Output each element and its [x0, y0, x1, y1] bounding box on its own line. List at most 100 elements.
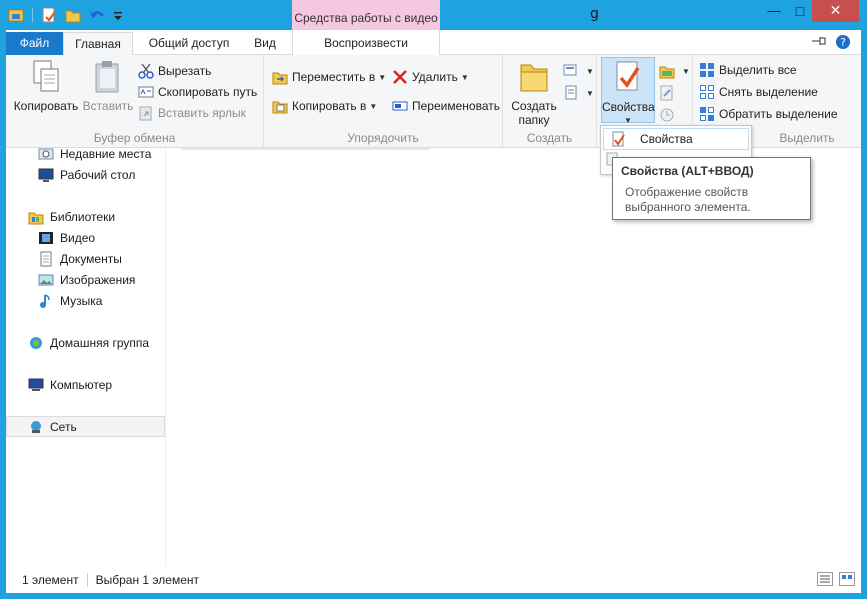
- nav-desktop-label: Рабочий стол: [60, 167, 136, 182]
- delete-button[interactable]: Удалить ▼: [392, 67, 469, 87]
- copy-path-button[interactable]: Скопировать путь: [138, 82, 257, 102]
- group-organize: Переместить в ▼ Копировать в ▼ Удалить ▼ Пе…: [264, 55, 503, 148]
- nav-libraries[interactable]: Библиотеки: [6, 206, 165, 227]
- properties-qat-icon[interactable]: [41, 7, 57, 23]
- tab-play[interactable]: Воспроизвести: [293, 32, 439, 55]
- copy-path-icon: [138, 84, 154, 100]
- pin-ribbon-icon[interactable]: [811, 34, 827, 50]
- easy-access-icon: [563, 85, 579, 101]
- invert-selection-label: Обратить выделение: [719, 107, 838, 121]
- undo-qat-icon[interactable]: [89, 7, 105, 23]
- rename-button[interactable]: Переименовать: [392, 96, 500, 116]
- delete-x-icon: [392, 69, 408, 85]
- context-tab-header: Средства работы с видео: [292, 0, 440, 34]
- nav-network-label: Сеть: [50, 419, 77, 434]
- move-to-button[interactable]: Переместить в ▼: [272, 67, 386, 87]
- new-item-icon: [563, 63, 579, 79]
- nav-recent-places[interactable]: Недавние места: [6, 143, 165, 164]
- nav-libraries-label: Библиотеки: [50, 209, 116, 224]
- customize-qat-icon[interactable]: [113, 7, 123, 23]
- cut-label: Вырезать: [158, 64, 212, 78]
- tab-view[interactable]: Вид: [244, 32, 286, 55]
- nav-homegroup[interactable]: Домашняя группа: [6, 332, 165, 353]
- tab-row-controls: ?: [811, 34, 851, 50]
- explorer-app-icon[interactable]: [8, 7, 24, 23]
- paste-button[interactable]: Вставить: [80, 59, 136, 113]
- select-none-button[interactable]: Снять выделение: [699, 82, 818, 102]
- status-selected-count: Выбран 1 элемент: [95, 572, 199, 587]
- edit-button[interactable]: [659, 83, 679, 103]
- nav-music[interactable]: Музыка: [6, 290, 165, 311]
- organize-group-label: Упорядочить: [347, 131, 419, 145]
- new-group-label: Создать: [526, 131, 573, 145]
- tab-file[interactable]: Файл: [6, 32, 63, 55]
- nav-music-label: Музыка: [60, 293, 103, 308]
- properties-icon: [612, 60, 644, 96]
- status-bar: 1 элемент Выбран 1 элемент: [6, 566, 861, 593]
- move-to-icon: [272, 69, 288, 85]
- tab-home[interactable]: Главная: [63, 32, 133, 56]
- properties-button[interactable]: Свойства ▼: [601, 57, 655, 125]
- close-button[interactable]: ✕: [812, 0, 859, 22]
- open-button[interactable]: ▼: [659, 61, 690, 81]
- nav-desktop[interactable]: Рабочий стол: [6, 164, 165, 185]
- move-to-label: Переместить в: [292, 70, 376, 84]
- nav-video-label: Видео: [60, 230, 96, 245]
- invert-selection-button[interactable]: Обратить выделение: [699, 104, 838, 124]
- new-folder-button[interactable]: Создать папку: [509, 59, 559, 127]
- nav-computer[interactable]: Компьютер: [6, 374, 165, 395]
- libraries-icon: [28, 209, 44, 225]
- maximize-button[interactable]: □: [786, 0, 814, 22]
- cut-button[interactable]: Вырезать: [138, 61, 211, 81]
- nav-recent-label: Недавние места: [60, 146, 152, 161]
- delete-dropdown-icon: ▼: [460, 72, 469, 82]
- properties-tooltip: Свойства (ALT+ВВОД) Отображение свойств …: [612, 157, 811, 220]
- select-all-icon: [699, 62, 715, 78]
- window-title: g: [590, 6, 599, 22]
- nav-pictures[interactable]: Изображения: [6, 269, 165, 290]
- nav-network[interactable]: Сеть: [6, 416, 165, 437]
- video-icon: [38, 230, 54, 246]
- properties-label: Свойства: [602, 100, 655, 114]
- nav-documents[interactable]: Документы: [6, 248, 165, 269]
- group-new: Создать папку ▼ ▼ Создать: [503, 55, 597, 148]
- edit-icon: [659, 85, 675, 101]
- easy-access-button[interactable]: ▼: [563, 83, 594, 103]
- easy-access-dropdown-icon: ▼: [586, 88, 594, 98]
- new-item-dropdown-icon: ▼: [586, 66, 594, 76]
- copy-to-button[interactable]: Копировать в ▼: [272, 96, 377, 116]
- history-icon: [659, 107, 675, 123]
- context-tab-area: Воспроизвести: [292, 30, 440, 55]
- details-view-icon[interactable]: [817, 572, 833, 586]
- scissors-icon: [138, 63, 154, 79]
- nav-documents-label: Документы: [60, 251, 122, 266]
- nav-pictures-label: Изображения: [60, 272, 136, 287]
- column-header-strip: [182, 148, 430, 150]
- paste-label: Вставить: [82, 99, 134, 113]
- dropdown-item-properties[interactable]: Свойства: [603, 128, 749, 150]
- pictures-icon: [38, 272, 54, 288]
- copy-to-dropdown-icon: ▼: [369, 101, 378, 111]
- minimize-button[interactable]: —: [760, 0, 788, 22]
- select-none-label: Снять выделение: [719, 85, 818, 99]
- properties-menu-icon: [610, 131, 626, 147]
- copy-icon: [30, 59, 62, 95]
- svg-text:?: ?: [840, 36, 846, 49]
- large-icons-view-icon[interactable]: [839, 572, 855, 586]
- recent-places-icon: [38, 146, 54, 162]
- copy-to-icon: [272, 98, 288, 114]
- nav-video[interactable]: Видео: [6, 227, 165, 248]
- open-dropdown-icon: ▼: [682, 66, 690, 76]
- copy-label: Копировать: [13, 99, 79, 113]
- select-all-button[interactable]: Выделить все: [699, 60, 797, 80]
- new-item-button[interactable]: ▼: [563, 61, 594, 81]
- copy-button[interactable]: Копировать: [12, 59, 80, 113]
- paste-shortcut-button[interactable]: Вставить ярлык: [138, 103, 246, 123]
- history-button[interactable]: [659, 105, 679, 125]
- new-folder-qat-icon[interactable]: [65, 7, 81, 23]
- tab-share[interactable]: Общий доступ: [139, 32, 239, 55]
- desktop-icon: [38, 167, 54, 183]
- ribbon-tab-row: Файл Главная Общий доступ Вид Воспроизве…: [6, 30, 861, 56]
- rename-label: Переименовать: [412, 99, 500, 113]
- help-icon[interactable]: ?: [835, 34, 851, 50]
